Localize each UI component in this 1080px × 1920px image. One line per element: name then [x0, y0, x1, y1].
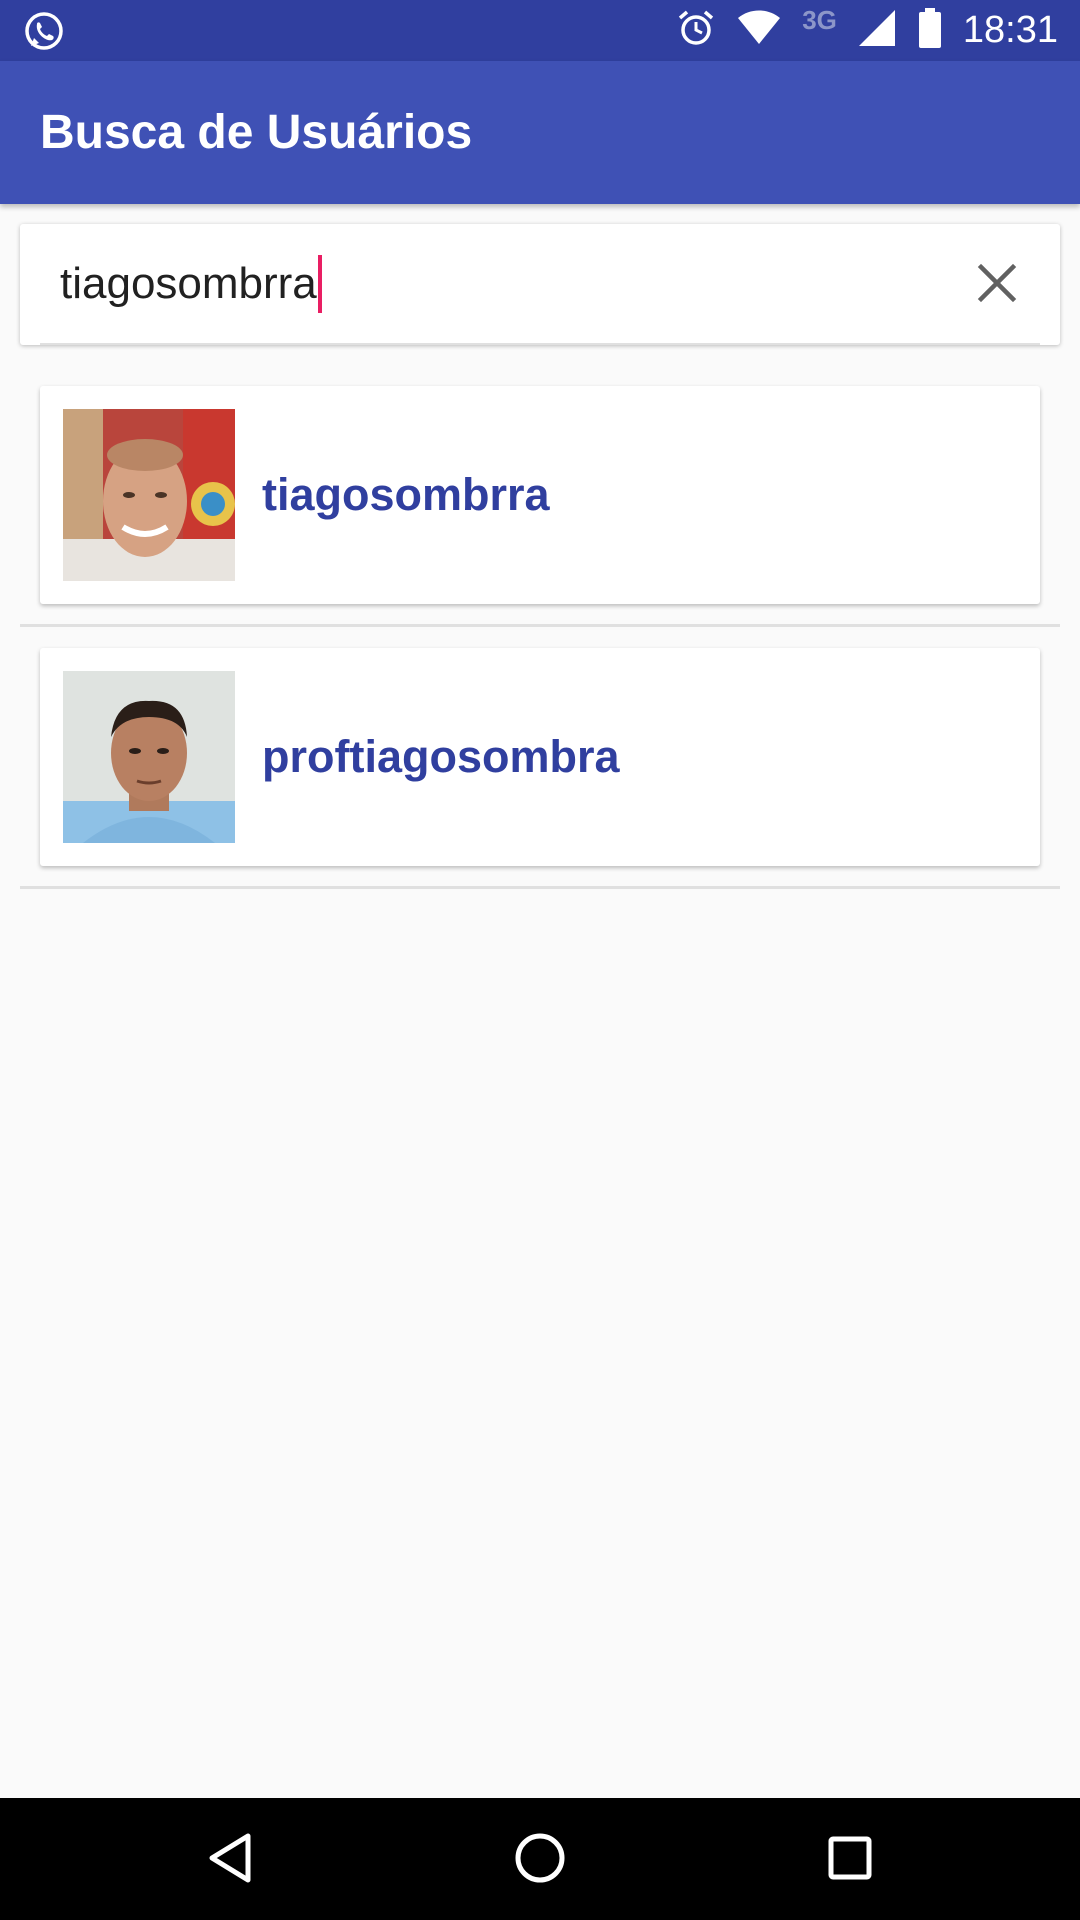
text-cursor — [317, 255, 322, 313]
close-icon — [977, 263, 1017, 308]
signal-icon — [857, 8, 897, 53]
search-input-value: tiagosombrra — [60, 259, 317, 308]
whatsapp-icon — [22, 10, 66, 54]
list-divider — [20, 886, 1060, 889]
username: tiagosombrra — [262, 469, 550, 520]
home-circle-icon — [513, 1831, 567, 1890]
status-bar: 3G 18:31 — [0, 0, 1080, 61]
back-triangle-icon — [206, 1832, 254, 1889]
avatar — [63, 409, 235, 581]
recents-button[interactable] — [818, 1828, 882, 1892]
username: proftiagosombra — [262, 731, 620, 782]
alarm-icon — [676, 8, 716, 53]
status-time: 18:31 — [962, 9, 1058, 51]
app-bar: Busca de Usuários — [0, 61, 1080, 204]
search-underline — [40, 343, 1040, 345]
navigation-bar — [0, 1798, 1080, 1920]
home-button[interactable] — [508, 1828, 572, 1892]
search-input[interactable]: tiagosombrra — [60, 252, 940, 316]
user-result-card[interactable]: tiagosombrra — [40, 386, 1040, 604]
search-card: tiagosombrra — [20, 224, 1060, 345]
status-icons: 3G 18:31 — [656, 0, 1058, 61]
recents-square-icon — [827, 1835, 873, 1886]
wifi-icon — [736, 8, 782, 53]
clear-search-button[interactable] — [970, 258, 1024, 312]
network-type-label: 3G — [802, 5, 837, 35]
battery-icon — [917, 8, 943, 53]
avatar — [63, 671, 235, 843]
page-title: Busca de Usuários — [40, 106, 473, 159]
back-button[interactable] — [198, 1828, 262, 1892]
list-divider — [20, 624, 1060, 627]
user-result-card[interactable]: proftiagosombra — [40, 648, 1040, 866]
